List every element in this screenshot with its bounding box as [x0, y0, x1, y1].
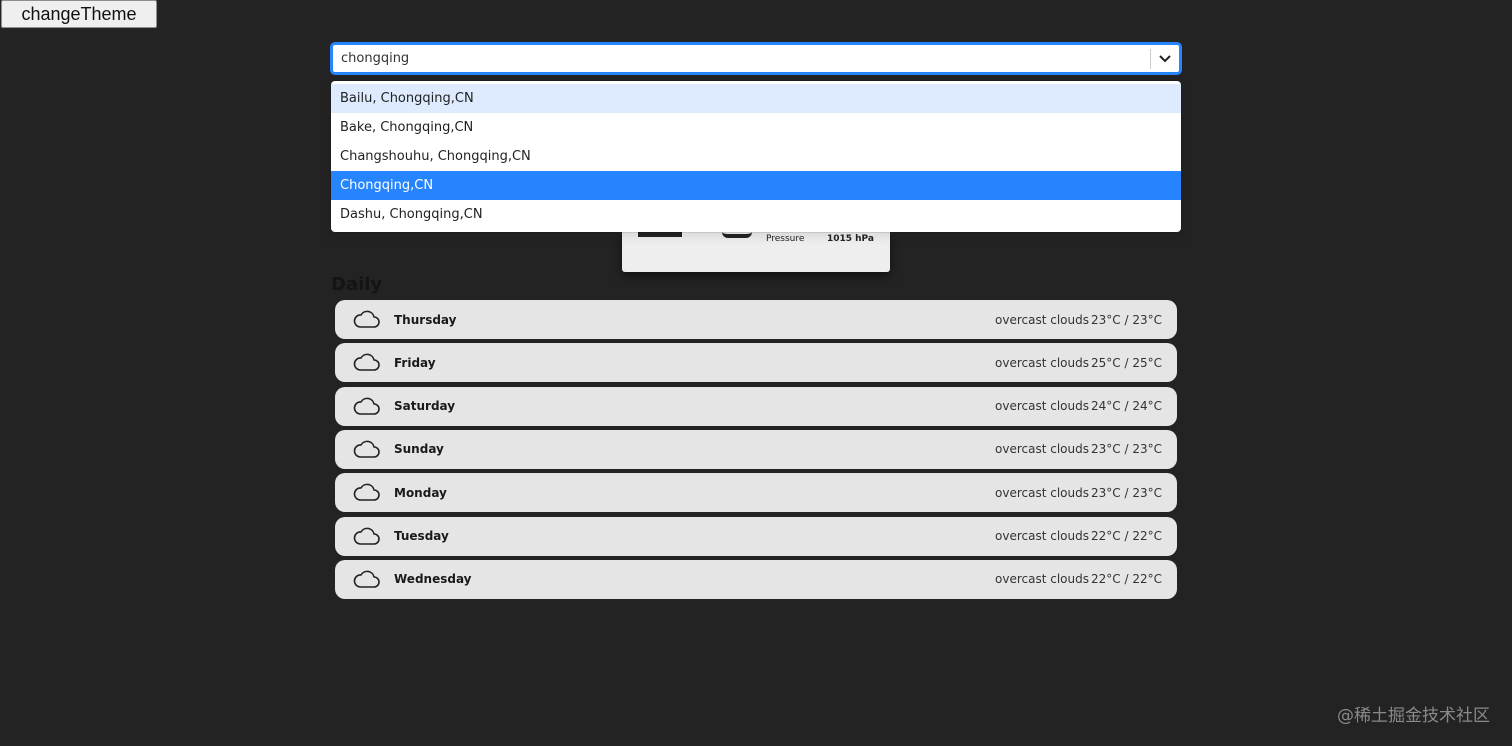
search-options-menu: Bailu, Chongqing,CN Bake, Chongqing,CN C…	[331, 81, 1181, 232]
day-name: Tuesday	[394, 529, 449, 544]
option-item[interactable]: Bake, Chongqing,CN	[331, 113, 1181, 142]
forecast-row[interactable]: Tuesday overcast clouds 22°C / 22°C	[335, 516, 1177, 556]
temperature-digits-partial	[638, 232, 682, 237]
cloud-icon	[353, 440, 380, 458]
pressure-label: Pressure	[766, 234, 805, 244]
weather-description: overcast clouds	[995, 312, 1089, 327]
weather-description: overcast clouds	[995, 355, 1089, 370]
cloud-icon	[353, 570, 380, 588]
daily-heading: Daily	[331, 274, 383, 295]
cloud-icon	[353, 527, 380, 545]
day-name: Friday	[394, 355, 436, 370]
forecast-row[interactable]: Saturday overcast clouds 24°C / 24°C	[335, 386, 1177, 426]
weather-description: overcast clouds	[995, 485, 1089, 500]
weather-description: overcast clouds	[995, 572, 1089, 587]
day-name: Wednesday	[394, 572, 472, 587]
temperature-range: 22°C / 22°C	[1091, 529, 1162, 544]
weather-description: overcast clouds	[995, 529, 1089, 544]
cloud-icon	[353, 397, 380, 415]
temperature-range: 25°C / 25°C	[1091, 355, 1162, 370]
temperature-range: 23°C / 23°C	[1091, 485, 1162, 500]
temperature-range: 22°C / 22°C	[1091, 572, 1162, 587]
forecast-row[interactable]: Friday overcast clouds 25°C / 25°C	[335, 343, 1177, 383]
option-item[interactable]: Changshouhu, Chongqing,CN	[331, 142, 1181, 171]
watermark: @稀土掘金技术社区	[1337, 706, 1490, 726]
forecast-row[interactable]: Wednesday overcast clouds 22°C / 22°C	[335, 559, 1177, 599]
forecast-row[interactable]: Thursday overcast clouds 23°C / 23°C	[335, 300, 1177, 339]
temperature-range: 24°C / 24°C	[1091, 399, 1162, 414]
pressure-value: 1015 hPa	[826, 234, 874, 244]
current-weather-card: Pressure 1015 hPa	[622, 232, 890, 272]
chevron-down-icon[interactable]	[1151, 45, 1179, 72]
temperature-unit-partial	[722, 232, 752, 238]
day-name: Monday	[394, 485, 447, 500]
search-input[interactable]	[333, 45, 1150, 72]
daily-forecast-list: Thursday overcast clouds 23°C / 23°C Fri…	[335, 300, 1177, 603]
day-name: Thursday	[394, 312, 457, 327]
temperature-range: 23°C / 23°C	[1091, 442, 1162, 457]
option-item[interactable]: Dashu, Chongqing,CN	[331, 200, 1181, 229]
cloud-icon	[353, 483, 380, 502]
city-search-select[interactable]	[331, 43, 1181, 74]
day-name: Sunday	[394, 442, 444, 457]
forecast-row[interactable]: Sunday overcast clouds 23°C / 23°C	[335, 429, 1177, 469]
option-item-selected[interactable]: Chongqing,CN	[331, 171, 1181, 200]
cloud-icon	[353, 310, 380, 328]
temperature-range: 23°C / 23°C	[1091, 312, 1162, 327]
weather-description: overcast clouds	[995, 442, 1089, 457]
day-name: Saturday	[394, 399, 456, 414]
weather-description: overcast clouds	[995, 399, 1089, 414]
cloud-icon	[353, 353, 380, 372]
option-item[interactable]: Bailu, Chongqing,CN	[331, 84, 1181, 113]
forecast-row[interactable]: Monday overcast clouds 23°C / 23°C	[335, 473, 1177, 513]
change-theme-button[interactable]: changeTheme	[1, 0, 157, 28]
